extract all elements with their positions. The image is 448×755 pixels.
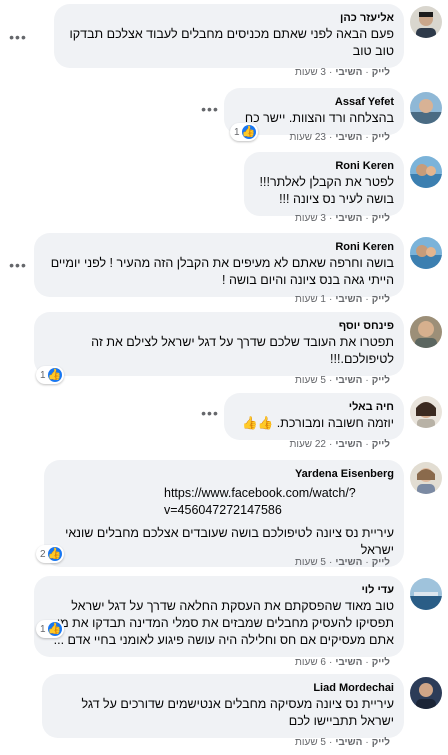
like-link[interactable]: לייק (372, 736, 390, 750)
reaction-count[interactable]: 2 👍 (36, 545, 64, 563)
avatar[interactable] (410, 316, 442, 348)
like-link[interactable]: לייק (372, 66, 390, 80)
comment-text: פעם הבאה לפני שאתם מכניסים מחבלים לעבוד … (69, 27, 394, 58)
reply-link[interactable]: השיבי (335, 556, 362, 570)
reply-link[interactable]: השיבי (335, 66, 362, 80)
comment-text: עיריית נס ציונה מעסיקה מחבלים אנטישמים ש… (81, 697, 394, 728)
reply-link[interactable]: השיבי (335, 736, 362, 750)
more-options-icon[interactable]: ••• (200, 102, 220, 118)
comment-author[interactable]: Assaf Yefet (234, 95, 394, 109)
like-reaction-icon: 👍 (47, 368, 62, 382)
comment-meta: לייק·השיבי·5 שעות (295, 556, 390, 570)
comment-text: תפטרו את העובד שלכם שדרך על דגל ישראל לצ… (91, 335, 394, 366)
avatar[interactable] (410, 92, 442, 124)
comment-meta: לייק·השיבי·5 שעות (295, 736, 390, 750)
like-link[interactable]: לייק (372, 656, 390, 670)
comment-text: בושה וחרפה שאתם לא מעיפים את הקבלן הזה מ… (50, 256, 394, 287)
comment-time[interactable]: 5 שעות (295, 374, 326, 388)
reaction-count[interactable]: 1 👍 (230, 123, 258, 141)
like-reaction-icon: 👍 (47, 622, 62, 636)
avatar[interactable] (410, 396, 442, 428)
comment-time[interactable]: 5 שעות (295, 736, 326, 750)
like-link[interactable]: לייק (372, 374, 390, 388)
comment-time[interactable]: 6 שעות (295, 656, 326, 670)
like-reaction-icon: 👍 (241, 125, 256, 139)
reply-link[interactable]: השיבי (335, 212, 362, 226)
avatar[interactable] (410, 156, 442, 188)
comment-meta: לייק·השיבי·6 שעות (295, 656, 390, 670)
comment-text: עיריית נס ציונה לטיפולכם בושה שעובדים אצ… (65, 526, 394, 557)
like-link[interactable]: לייק (372, 556, 390, 570)
comment-bubble: Liad Mordechai עיריית נס ציונה מעסיקה מח… (42, 674, 404, 738)
comment-author[interactable]: Yardena Eisenberg (54, 467, 394, 481)
reply-link[interactable]: השיבי (335, 656, 362, 670)
comment-author[interactable]: Roni Keren (254, 159, 394, 173)
reply-link[interactable]: השיבי (335, 131, 362, 145)
comment-time[interactable]: 1 שעות (295, 293, 326, 307)
like-link[interactable]: לייק (372, 131, 390, 145)
comment-time[interactable]: 22 שעות (289, 438, 326, 452)
comment-time[interactable]: 23 שעות (289, 131, 326, 145)
comment-author[interactable]: Roni Keren (44, 240, 394, 254)
comment-meta: לייק·השיבי·1 שעות (295, 293, 390, 307)
avatar[interactable] (410, 237, 442, 269)
comment-time[interactable]: 3 שעות (295, 66, 326, 80)
avatar[interactable] (410, 462, 442, 494)
comment-link[interactable]: https://www.facebook.com/watch/?v=456047… (164, 485, 394, 519)
comment-author[interactable]: עדי לוי (44, 583, 394, 597)
comment-text: טוב מאוד שהפסקתם את העסקת החלאה שדרך על … (53, 599, 394, 647)
comment-meta: לייק·השיבי·23 שעות (289, 131, 390, 145)
reply-link[interactable]: השיבי (335, 438, 362, 452)
like-link[interactable]: לייק (372, 293, 390, 307)
comment-meta: לייק·השיבי·3 שעות (295, 212, 390, 226)
comment-author[interactable]: פינחס יוסף (44, 319, 394, 333)
comment-time[interactable]: 3 שעות (295, 212, 326, 226)
avatar[interactable] (410, 6, 442, 38)
reaction-count[interactable]: 1 👍 (36, 620, 64, 638)
thumbs-up-emoji: 👍👍 (242, 416, 274, 430)
comment-bubble: פינחס יוסף תפטרו את העובד שלכם שדרך על ד… (34, 312, 404, 376)
avatar[interactable] (410, 578, 442, 610)
like-link[interactable]: לייק (372, 212, 390, 226)
comment-bubble: חיה באלי יוזמה חשובה ומבורכת. 👍👍 (224, 393, 404, 440)
reaction-count[interactable]: 1 👍 (36, 366, 64, 384)
reply-link[interactable]: השיבי (335, 293, 362, 307)
comment-meta: לייק·השיבי·5 שעות (295, 374, 390, 388)
more-options-icon[interactable]: ••• (8, 30, 28, 46)
comment-author[interactable]: חיה באלי (234, 400, 394, 414)
comment-meta: לייק·השיבי·3 שעות (295, 66, 390, 80)
comment-bubble: אליעזר כהן פעם הבאה לפני שאתם מכניסים מח… (54, 4, 404, 68)
like-reaction-icon: 👍 (47, 547, 62, 561)
comment-text: בהצלחה ורד והצוות. יישר כח (244, 111, 394, 125)
comment-bubble: Roni Keren בושה וחרפה שאתם לא מעיפים את … (34, 233, 404, 297)
comment-author[interactable]: אליעזר כהן (64, 11, 394, 25)
comment-time[interactable]: 5 שעות (295, 556, 326, 570)
comment-text: יוזמה חשובה ומבורכת. 👍👍 (242, 416, 394, 430)
comment-text: לפטר את הקבלן לאלתר!!! בושה לעיר נס ציונ… (259, 175, 394, 206)
avatar[interactable] (410, 677, 442, 709)
like-link[interactable]: לייק (372, 438, 390, 452)
comment-author[interactable]: Liad Mordechai (52, 681, 394, 695)
comment-bubble: Yardena Eisenberg https://www.facebook.c… (44, 460, 404, 567)
reply-link[interactable]: השיבי (335, 374, 362, 388)
more-options-icon[interactable]: ••• (8, 258, 28, 274)
comment-bubble: Roni Keren לפטר את הקבלן לאלתר!!! בושה ל… (244, 152, 404, 216)
comment-bubble: עדי לוי טוב מאוד שהפסקתם את העסקת החלאה … (34, 576, 404, 657)
comment-meta: לייק·השיבי·22 שעות (289, 438, 390, 452)
more-options-icon[interactable]: ••• (200, 406, 220, 422)
